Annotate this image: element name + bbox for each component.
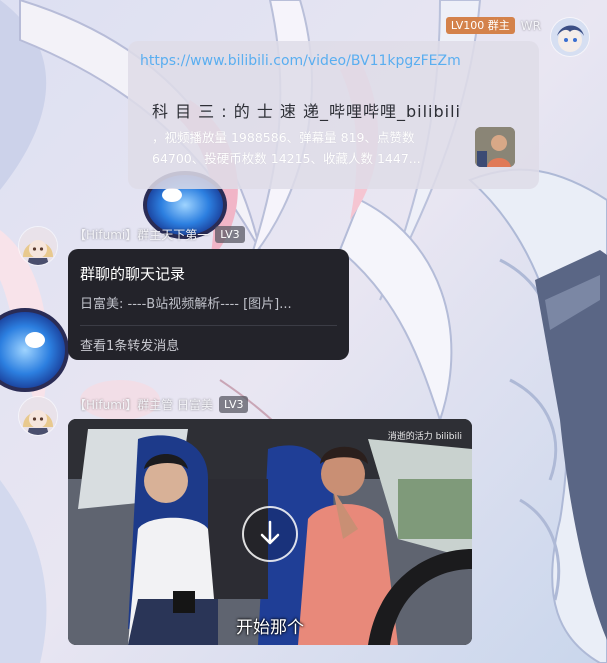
download-play-icon[interactable] bbox=[242, 506, 298, 562]
avatar[interactable] bbox=[551, 18, 589, 56]
forwarded-chat-card[interactable]: 群聊的聊天记录 日富美: ----B站视频解析---- [图片]... 查看1条… bbox=[68, 249, 349, 360]
sender-name[interactable]: 【Hifumi】群主管 日富美 bbox=[74, 396, 213, 413]
sender-name[interactable]: 【Hifumi】群主天下第一 bbox=[74, 226, 209, 243]
link-description: ，视频播放量 1988586、弹幕量 819、点赞数 64700、投硬币枚数 1… bbox=[152, 130, 421, 166]
video-message[interactable]: 消逝的活力 bilibili 开始那个 bbox=[68, 419, 472, 645]
link-title: 科 目 三 : 的 士 速 递_哔哩哔哩_bilibili bbox=[152, 102, 461, 121]
video-watermark: 消逝的活力 bilibili bbox=[387, 432, 462, 442]
message-2-header: 【Hifumi】群主天下第一 LV3 bbox=[74, 226, 245, 243]
view-forward-link[interactable]: 查看1条转发消息 bbox=[80, 335, 179, 354]
forward-preview: 日富美: ----B站视频解析---- [图片]... bbox=[80, 297, 292, 312]
divider bbox=[80, 325, 337, 326]
avatar[interactable] bbox=[19, 227, 57, 265]
link-url[interactable]: https://www.bilibili.com/video/BV11kpgzF… bbox=[140, 53, 528, 69]
message-1-header: LV100 群主 WR bbox=[445, 17, 541, 34]
message-3-header: 【Hifumi】群主管 日富美 LV3 bbox=[74, 396, 249, 413]
owner-level-badge: LV100 群主 bbox=[445, 17, 515, 34]
link-preview-card[interactable]: https://www.bilibili.com/video/BV11kpgzF… bbox=[128, 41, 539, 189]
member-level-badge: LV3 bbox=[215, 226, 245, 243]
avatar[interactable] bbox=[19, 397, 57, 435]
video-subtitle: 开始那个 bbox=[236, 618, 304, 638]
forward-title: 群聊的聊天记录 bbox=[80, 265, 186, 283]
sender-name[interactable]: WR bbox=[521, 19, 541, 33]
member-level-badge: LV3 bbox=[219, 396, 249, 413]
link-thumbnail bbox=[475, 127, 515, 167]
